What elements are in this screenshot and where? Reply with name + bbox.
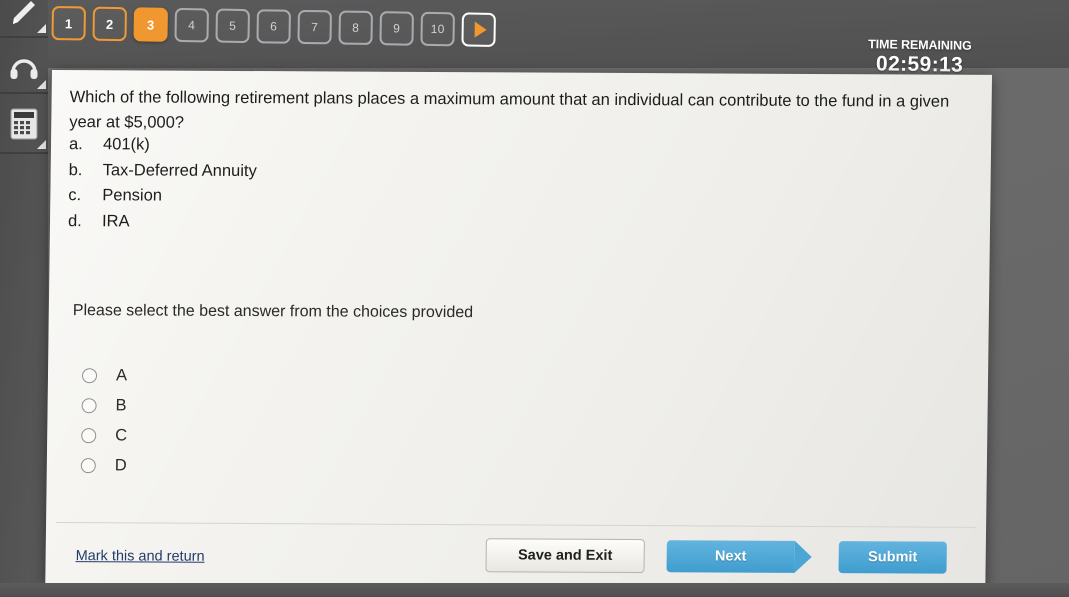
radio-option-a[interactable]: A xyxy=(81,360,128,390)
rail-corner-marker xyxy=(37,24,46,33)
pencil-icon xyxy=(13,1,35,24)
radio-option-c[interactable]: C xyxy=(81,420,127,450)
radio-button-icon[interactable] xyxy=(81,397,97,413)
choice-item: c. Pension xyxy=(68,183,568,211)
radio-option-d[interactable]: D xyxy=(80,450,127,480)
choice-text: Tax-Deferred Annuity xyxy=(102,160,257,180)
footer-actions: Save and Exit Next Submit xyxy=(485,538,947,574)
choice-letter: b. xyxy=(68,160,83,179)
submit-button[interactable]: Submit xyxy=(838,541,947,574)
question-button-8[interactable]: 8 xyxy=(338,10,373,46)
radio-option-label: B xyxy=(115,395,127,414)
radio-option-label: A xyxy=(115,365,128,384)
choice-text: IRA xyxy=(101,211,130,230)
choice-text: 401(k) xyxy=(102,135,150,154)
question-button-4[interactable]: 4 xyxy=(174,7,209,43)
choice-list: a. 401(k) b. Tax-Deferred Annuity c. Pen… xyxy=(68,132,569,237)
tool-rail xyxy=(0,0,48,597)
answer-radio-group: A B C D xyxy=(80,360,128,480)
bottom-bezel xyxy=(0,583,1069,597)
question-button-6[interactable]: 6 xyxy=(256,9,291,44)
instruction-text: Please select the best answer from the c… xyxy=(72,302,474,322)
choice-letter: a. xyxy=(68,135,83,154)
choice-item: d. IRA xyxy=(68,209,568,237)
rail-item-audio[interactable] xyxy=(0,40,48,94)
question-panel: Which of the following retirement plans … xyxy=(45,70,993,589)
question-button-1[interactable]: 1 xyxy=(51,6,86,41)
question-button-9[interactable]: 9 xyxy=(379,11,414,46)
play-arrow-icon xyxy=(474,21,487,38)
question-button-2[interactable]: 2 xyxy=(92,6,127,42)
choice-letter: d. xyxy=(67,211,82,230)
choice-item: a. 401(k) xyxy=(69,132,569,160)
timer: TIME REMAINING 02:59:13 xyxy=(868,37,972,78)
radio-button-icon[interactable] xyxy=(81,427,97,443)
footer-divider xyxy=(56,522,977,528)
calculator-icon xyxy=(10,108,38,140)
save-and-exit-button[interactable]: Save and Exit xyxy=(485,538,645,574)
choice-letter: c. xyxy=(68,186,82,205)
next-button[interactable]: Next xyxy=(666,540,795,573)
rail-item-calculator[interactable] xyxy=(0,96,48,154)
question-button-7[interactable]: 7 xyxy=(297,9,332,45)
question-button-5[interactable]: 5 xyxy=(215,8,250,44)
radio-option-label: D xyxy=(114,455,127,474)
question-button-3[interactable]: 3 xyxy=(133,7,168,42)
rail-corner-marker xyxy=(37,80,46,89)
radio-option-b[interactable]: B xyxy=(81,390,127,420)
headphones-icon xyxy=(10,59,38,79)
next-question-button[interactable] xyxy=(461,12,496,47)
radio-button-icon[interactable] xyxy=(80,457,96,473)
radio-option-label: C xyxy=(115,425,128,444)
rail-corner-marker xyxy=(37,140,46,149)
question-text: Which of the following retirement plans … xyxy=(69,88,950,132)
exam-screen: 1 2 3 4 5 6 7 8 9 10 TIME REMAINING 02:5… xyxy=(0,0,1069,597)
timer-label: TIME REMAINING xyxy=(868,37,972,53)
mark-this-and-return-link[interactable]: Mark this and return xyxy=(76,548,205,565)
choice-item: b. Tax-Deferred Annuity xyxy=(69,158,569,186)
choice-text: Pension xyxy=(102,186,163,205)
radio-button-icon[interactable] xyxy=(81,367,98,383)
rail-item-pencil[interactable] xyxy=(0,0,48,38)
question-button-10[interactable]: 10 xyxy=(420,11,455,47)
